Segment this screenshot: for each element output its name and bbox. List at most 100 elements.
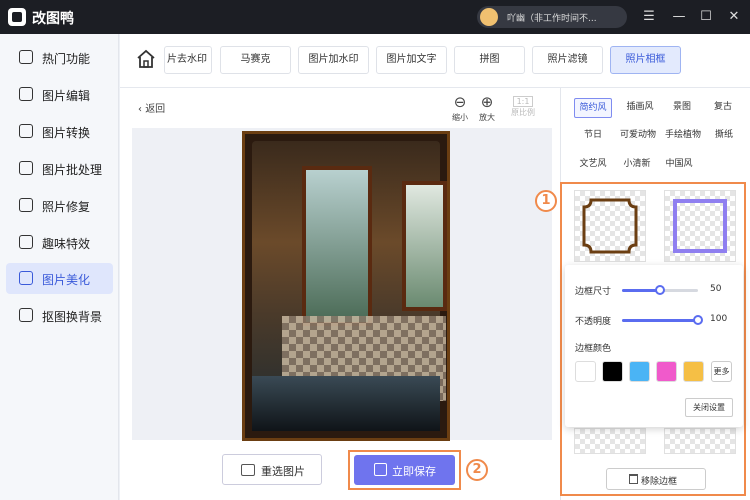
close-icon[interactable]: ✕ [726, 9, 742, 25]
avatar [480, 8, 498, 26]
border-size-slider-handle[interactable] [655, 285, 665, 295]
callout-two: 2 [466, 459, 488, 481]
minimize-icon[interactable]: — [671, 9, 687, 25]
style-tag-festival[interactable]: 节日 [578, 126, 608, 146]
border-size-label: 边框尺寸 [575, 287, 612, 297]
sidebar-item-beautify[interactable]: 图片美化 [6, 263, 113, 294]
user-name: 吖幽（非工作时间不... [507, 14, 597, 24]
sidebar-item-label: 趣味特效 [42, 237, 91, 251]
style-tag-simple[interactable]: 简约风 [574, 98, 612, 118]
opacity-slider-handle[interactable] [693, 315, 703, 325]
frame-settings-popover: 边框尺寸 50 不透明度 100 边框颜色 更多 关闭设置 [565, 265, 743, 427]
fire-icon [19, 50, 33, 64]
user-account[interactable]: 吖幽（非工作时间不... [477, 6, 627, 28]
style-tag-artsy[interactable]: 文艺风 [578, 155, 608, 175]
sparkle-icon [19, 235, 33, 249]
original-ratio-button[interactable]: 1:1 原比例 [506, 92, 540, 118]
style-tag-illustration[interactable]: 插画风 [621, 98, 659, 118]
zoom-in-icon: ⊕ [480, 93, 494, 111]
photo-table [252, 376, 440, 431]
image-edit-icon [19, 87, 33, 101]
sidebar-item-repair[interactable]: 照片修复 [6, 190, 113, 221]
style-tag-chinese[interactable]: 中国风 [661, 155, 697, 175]
color-swatch-pink[interactable] [656, 361, 677, 382]
style-tag-hand-plant[interactable]: 手绘植物 [661, 126, 705, 146]
sidebar-item-hot[interactable]: 热门功能 [6, 42, 113, 73]
reselect-image-button[interactable]: 重选图片 [222, 454, 322, 485]
photo-window-left [302, 166, 372, 326]
style-tag-retro[interactable]: 复古 [706, 98, 740, 118]
tab-add-watermark[interactable]: 图片加水印 [298, 46, 369, 74]
zoom-out-button[interactable]: ⊖ 缩小 [447, 92, 473, 123]
more-colors-button[interactable]: 更多 [711, 361, 732, 382]
frame-preview-purple [673, 199, 727, 253]
zoom-in-button[interactable]: ⊕ 放大 [474, 92, 500, 123]
menu-icon[interactable]: ☰ [641, 9, 657, 25]
title-bar: 改图鸭 吖幽（非工作时间不... ☰ — ☐ ✕ [0, 0, 750, 34]
opacity-value: 100 [710, 314, 728, 324]
back-button[interactable]: ‹ 返回 [138, 100, 165, 115]
zoom-out-label: 缩小 [452, 113, 468, 122]
tab-add-text[interactable]: 图片加文字 [376, 46, 447, 74]
save-label: 立即保存 [392, 465, 436, 478]
download-icon [374, 463, 387, 476]
border-size-value: 50 [710, 284, 722, 294]
sidebar-item-label: 图片编辑 [42, 89, 91, 103]
sidebar-item-batch[interactable]: 图片批处理 [6, 153, 113, 184]
original-ratio-label: 原比例 [511, 108, 535, 117]
opacity-slider[interactable] [622, 315, 703, 325]
tab-watermark-removal[interactable]: 片去水印 [164, 46, 212, 74]
sidebar-item-convert[interactable]: 图片转换 [6, 116, 113, 147]
frame-thumb-brown[interactable] [574, 190, 646, 262]
zoom-in-label: 放大 [479, 113, 495, 122]
style-tag-torn-paper[interactable]: 撕纸 [709, 126, 739, 146]
remove-frame-button[interactable]: 移除边框 [606, 468, 706, 490]
beautify-icon [19, 271, 33, 285]
framed-photo[interactable] [242, 131, 450, 441]
sidebar-item-label: 抠图换背景 [42, 310, 103, 324]
app-title: 改图鸭 [32, 11, 74, 27]
maximize-icon[interactable]: ☐ [698, 9, 714, 25]
batch-icon [19, 161, 33, 175]
save-button[interactable]: 立即保存 [354, 455, 455, 485]
repair-icon [19, 198, 33, 212]
frame-preview-brown [582, 198, 638, 254]
color-swatch-black[interactable] [602, 361, 623, 382]
convert-icon [19, 124, 33, 138]
border-size-slider[interactable] [622, 285, 698, 295]
sidebar-item-edit[interactable]: 图片编辑 [6, 79, 113, 110]
style-tag-cute-animal[interactable]: 可爱动物 [616, 126, 660, 146]
home-icon[interactable] [134, 47, 158, 71]
style-tag-fresh[interactable]: 小清新 [619, 155, 655, 175]
sidebar: 热门功能 图片编辑 图片转换 图片批处理 照片修复 趣味特效 图片美化 抠图换背… [0, 34, 119, 500]
image-icon [241, 464, 255, 476]
sidebar-item-label: 图片转换 [42, 126, 91, 140]
close-settings-button[interactable]: 关闭设置 [685, 398, 733, 417]
callout-one: 1 [535, 190, 557, 212]
tab-photo-frame[interactable]: 照片相框 [610, 46, 681, 74]
photo-window-right [402, 181, 447, 311]
border-color-label: 边框颜色 [575, 344, 612, 354]
style-tag-scenic[interactable]: 景图 [665, 98, 699, 118]
cutout-icon [19, 308, 33, 322]
tab-collage[interactable]: 拼图 [454, 46, 525, 74]
sidebar-item-label: 照片修复 [42, 200, 91, 214]
frame-thumb-3[interactable] [574, 428, 646, 454]
sidebar-item-label: 图片批处理 [42, 163, 103, 177]
canvas-stage [132, 128, 552, 441]
frame-thumb-purple[interactable] [664, 190, 736, 262]
color-swatch-yellow[interactable] [683, 361, 704, 382]
color-swatch-white[interactable] [575, 361, 596, 382]
tab-filter[interactable]: 照片滤镜 [532, 46, 603, 74]
frame-thumb-4[interactable] [664, 428, 736, 454]
zoom-out-icon: ⊖ [453, 93, 467, 111]
reselect-label: 重选图片 [261, 465, 305, 478]
photo-image [252, 141, 447, 431]
sidebar-item-effects[interactable]: 趣味特效 [6, 227, 113, 258]
sidebar-item-cutout[interactable]: 抠图换背景 [6, 300, 113, 331]
opacity-label: 不透明度 [575, 317, 612, 327]
sidebar-item-label: 热门功能 [42, 52, 91, 66]
tab-mosaic[interactable]: 马赛克 [220, 46, 291, 74]
color-swatch-blue[interactable] [629, 361, 650, 382]
back-label: 返回 [145, 104, 166, 115]
